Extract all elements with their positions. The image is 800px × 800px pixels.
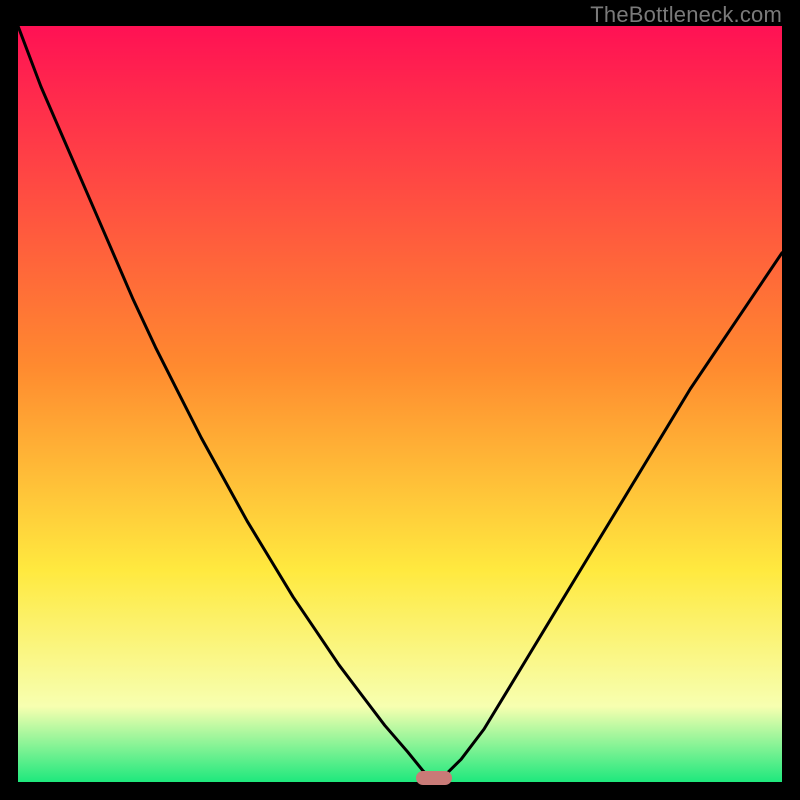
gradient-background (18, 26, 782, 782)
chart-frame: TheBottleneck.com (0, 0, 800, 800)
bottleneck-chart (18, 26, 782, 782)
plot-area (18, 26, 782, 782)
minimum-marker (416, 771, 452, 785)
watermark-label: TheBottleneck.com (590, 2, 782, 28)
